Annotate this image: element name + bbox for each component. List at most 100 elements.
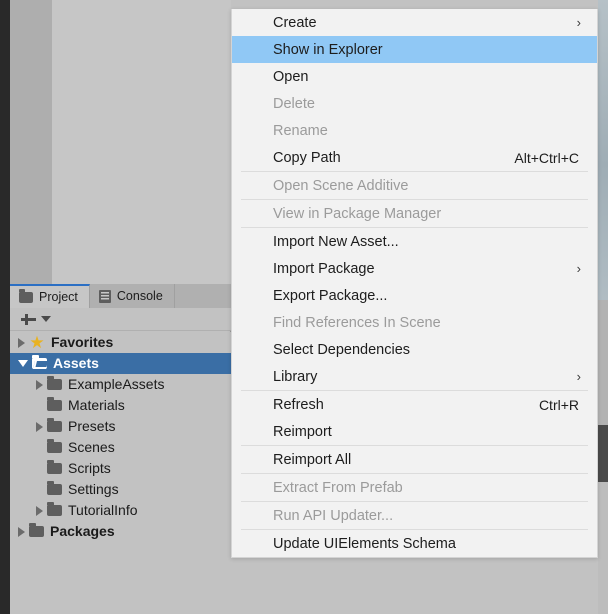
tree-item-assets[interactable]: Assets: [10, 353, 231, 374]
menu-item-label: Extract From Prefab: [273, 479, 403, 496]
scene-view-fragment-mid: [598, 300, 608, 425]
tree-item-label: Favorites: [51, 334, 114, 350]
tree-item-label: Materials: [68, 397, 125, 413]
menu-item-copy-path[interactable]: Copy Path Alt+Ctrl+C: [232, 144, 597, 171]
folder-icon: [47, 376, 62, 390]
menu-item-label: Import New Asset...: [273, 233, 399, 250]
menu-item-run-api-updater: Run API Updater...: [232, 502, 597, 529]
menu-item-label: Find References In Scene: [273, 314, 441, 331]
tree-item-scripts[interactable]: Scripts: [10, 458, 231, 479]
menu-item-label: Select Dependencies: [273, 341, 411, 358]
tree-item-label: Assets: [53, 355, 99, 371]
scene-view-fragment-dark: [598, 425, 608, 482]
menu-item-label: Delete: [273, 95, 315, 112]
chevron-right-icon: ›: [576, 15, 581, 30]
folder-icon: [47, 397, 62, 411]
chevron-right-icon[interactable]: [18, 526, 25, 537]
project-toolbar: [10, 308, 231, 331]
folder-icon: [29, 523, 44, 537]
scene-view-fragment-bottom: [598, 482, 608, 614]
menu-item-extract-from-prefab: Extract From Prefab: [232, 474, 597, 501]
tree-item-tutorialinfo[interactable]: TutorialInfo: [10, 500, 231, 521]
menu-item-shortcut: Ctrl+R: [538, 396, 579, 413]
tree-item-label: Scenes: [68, 439, 115, 455]
menu-item-label: Reimport All: [273, 451, 352, 468]
menu-item-shortcut: Alt+Ctrl+C: [514, 149, 579, 166]
tree-item-materials[interactable]: Materials: [10, 395, 231, 416]
menu-item-label: Copy Path: [273, 149, 341, 166]
tab-console[interactable]: Console: [89, 284, 175, 308]
project-panel: Project Console ★ Favorites Assets ExampleA…: [10, 284, 231, 614]
menu-item-show-in-explorer[interactable]: Show in Explorer: [232, 36, 597, 63]
folder-open-icon: [32, 355, 47, 369]
menu-item-rename: Rename: [232, 117, 597, 144]
tree-item-label: Scripts: [68, 460, 111, 476]
menu-item-label: Refresh: [273, 396, 324, 413]
star-icon: ★: [29, 332, 45, 352]
menu-item-import-new-asset[interactable]: Import New Asset...: [232, 228, 597, 255]
menu-item-view-in-package-manager: View in Package Manager: [232, 200, 597, 227]
tree-item-exampleassets[interactable]: ExampleAssets: [10, 374, 231, 395]
project-tree[interactable]: ★ Favorites Assets ExampleAssets Materials Pr…: [10, 332, 231, 614]
chevron-right-icon: ›: [576, 261, 581, 276]
scene-view-sliver: [598, 0, 608, 614]
menu-item-find-references-in-scene: Find References In Scene: [232, 309, 597, 336]
console-icon: [98, 289, 111, 303]
chevron-right-icon[interactable]: [36, 379, 43, 390]
scene-view-fragment-top: [598, 0, 608, 300]
menu-item-select-dependencies[interactable]: Select Dependencies: [232, 336, 597, 363]
chevron-right-icon[interactable]: [18, 337, 25, 348]
tree-item-label: TutorialInfo: [68, 502, 138, 518]
project-panel-tabstrip: Project Console: [10, 284, 231, 308]
chevron-right-icon[interactable]: [36, 421, 43, 432]
tree-item-presets[interactable]: Presets: [10, 416, 231, 437]
tree-item-label: Settings: [68, 481, 119, 497]
tree-item-label: ExampleAssets: [68, 376, 165, 392]
menu-item-import-package[interactable]: Import Package ›: [232, 255, 597, 282]
menu-item-label: Export Package...: [273, 287, 388, 304]
menu-item-refresh[interactable]: Refresh Ctrl+R: [232, 391, 597, 418]
asset-context-menu[interactable]: Create › Show in Explorer Open Delete Rename C…: [231, 9, 598, 558]
tab-console-label: Console: [116, 289, 163, 303]
menu-item-delete: Delete: [232, 90, 597, 117]
folder-icon: [19, 288, 33, 303]
editor-window: Project Console ★ Favorites Assets ExampleA…: [0, 0, 608, 614]
tab-project-label: Project: [39, 290, 78, 304]
menu-item-update-uielements-schema[interactable]: Update UIElements Schema: [232, 530, 597, 557]
menu-item-label: Create: [273, 14, 317, 31]
tree-item-settings[interactable]: Settings: [10, 479, 231, 500]
folder-icon: [47, 460, 62, 474]
menu-item-open-scene-additive: Open Scene Additive: [232, 172, 597, 199]
folder-icon: [47, 439, 62, 453]
menu-item-library[interactable]: Library ›: [232, 363, 597, 390]
tab-project[interactable]: Project: [10, 284, 90, 308]
menu-item-label: Import Package: [273, 260, 375, 277]
menu-item-create[interactable]: Create ›: [232, 9, 597, 36]
menu-item-open[interactable]: Open: [232, 63, 597, 90]
hierarchy-column: [10, 0, 52, 284]
plus-icon[interactable]: [19, 310, 38, 329]
folder-icon: [47, 481, 62, 495]
menu-item-label: Library: [273, 368, 318, 385]
caret-down-icon[interactable]: [41, 316, 51, 322]
folder-icon: [47, 502, 62, 516]
chevron-down-icon[interactable]: [18, 360, 28, 367]
menu-item-label: View in Package Manager: [273, 205, 442, 222]
menu-item-label: Rename: [273, 122, 328, 139]
menu-item-label: Open: [273, 68, 309, 85]
menu-item-reimport[interactable]: Reimport: [232, 418, 597, 445]
tree-item-label: Presets: [68, 418, 116, 434]
menu-item-label: Open Scene Additive: [273, 177, 409, 194]
chevron-right-icon[interactable]: [36, 505, 43, 516]
tree-item-packages[interactable]: Packages: [10, 521, 231, 542]
menu-item-label: Update UIElements Schema: [273, 535, 456, 552]
tree-item-favorites[interactable]: ★ Favorites: [10, 332, 231, 353]
menu-item-export-package[interactable]: Export Package...: [232, 282, 597, 309]
menu-item-reimport-all[interactable]: Reimport All: [232, 446, 597, 473]
tree-item-scenes[interactable]: Scenes: [10, 437, 231, 458]
menu-item-label: Reimport: [273, 423, 332, 440]
